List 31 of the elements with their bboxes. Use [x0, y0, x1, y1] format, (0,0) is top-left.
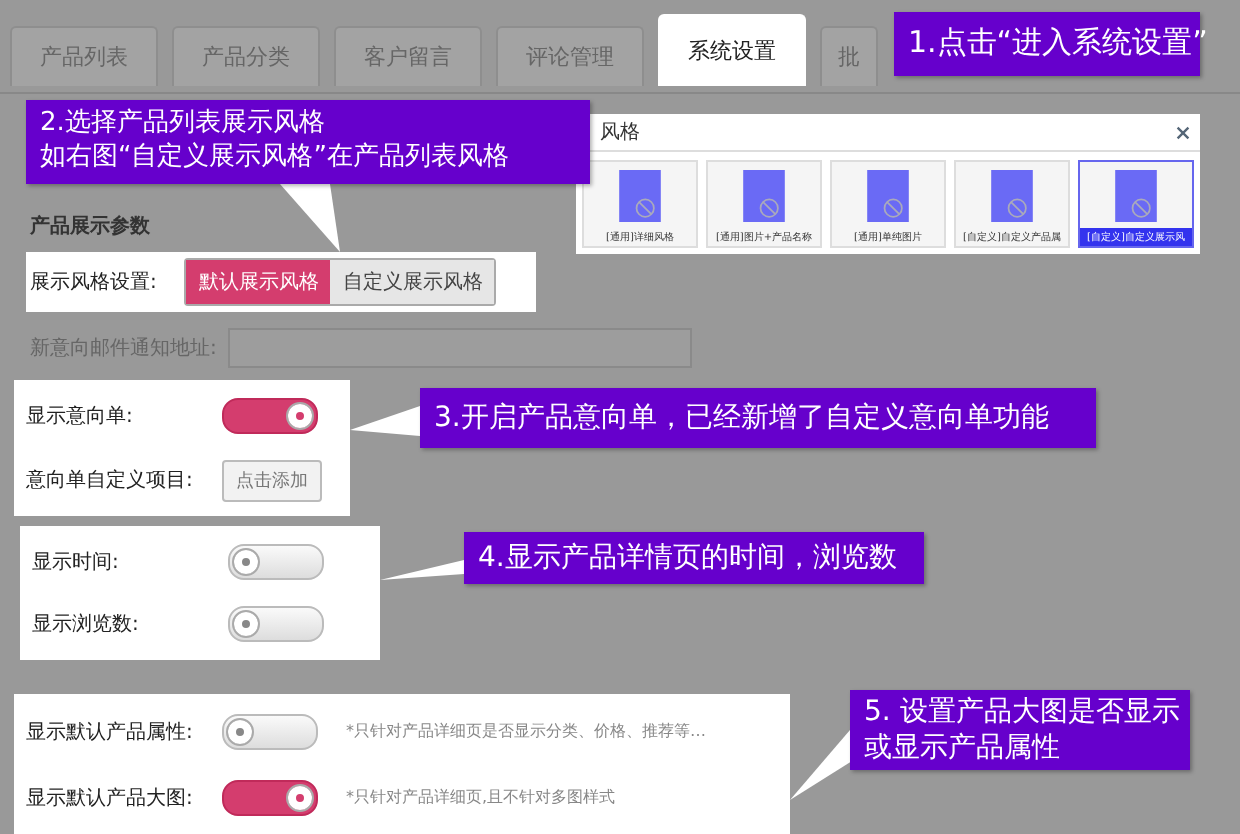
setting-label: 显示默认产品大图: [26, 785, 195, 811]
toggle-switch[interactable] [222, 779, 318, 815]
callout-label: 3.开启产品意向单，已经新增了自定义意向单功能 [420, 388, 1096, 448]
style-option[interactable]: 自定义展示风格 [330, 260, 495, 304]
placeholder-image-icon [618, 170, 662, 222]
close-icon[interactable] [1174, 123, 1192, 141]
setting-label: 显示时间: [32, 549, 121, 576]
setting-label: 显示默认产品属性: [26, 719, 195, 745]
setting-label: 意向单自定义项目: [26, 467, 195, 494]
add-button[interactable]: 点击添加 [222, 459, 322, 501]
placeholder-image-icon [742, 170, 786, 222]
hint-text: *只针对产品详细页是否显示分类、价格、推荐等… [346, 720, 706, 742]
dialog-title: 风格 [600, 119, 640, 146]
callout-label: 2.选择产品列表展示风格 如右图“自定义展示风格”在产品列表风格 [26, 100, 590, 184]
section-title: 产品展示参数 [30, 213, 150, 240]
callout-label: 1.点击“进入系统设置” [894, 12, 1200, 76]
setting-label: 显示意向单: [26, 403, 135, 430]
toggle-switch[interactable] [228, 543, 324, 580]
callout-label: 4.显示产品详情页的时间，浏览数 [464, 532, 924, 584]
toggle-switch[interactable] [222, 398, 318, 434]
hint-text: *只针对产品详细页,且不针对多图样式 [346, 786, 616, 808]
toggle-switch[interactable] [222, 713, 318, 749]
toggle-switch[interactable] [228, 606, 324, 643]
placeholder-image-icon [866, 170, 910, 222]
tab[interactable]: 系统设置 [658, 14, 806, 86]
setting-label: 显示浏览数: [32, 611, 141, 639]
callout-label: 5. 设置产品大图是否显示 或显示产品属性 [850, 690, 1190, 770]
style-option[interactable]: 默认展示风格 [186, 260, 331, 304]
placeholder-image-icon [1114, 170, 1158, 222]
field-label: 展示风格设置: [30, 269, 157, 296]
placeholder-image-icon [990, 170, 1034, 222]
